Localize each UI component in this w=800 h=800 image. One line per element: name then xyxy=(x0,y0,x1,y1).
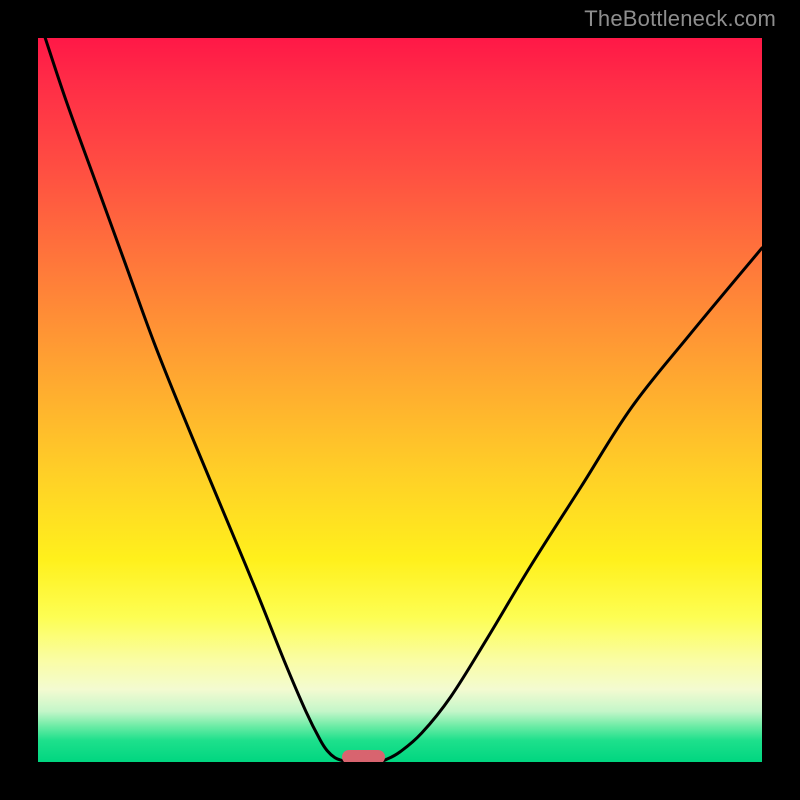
watermark-text: TheBottleneck.com xyxy=(584,6,776,32)
optimal-marker xyxy=(342,750,385,762)
right-curve xyxy=(378,248,762,762)
chart-frame: TheBottleneck.com xyxy=(0,0,800,800)
left-curve xyxy=(45,38,349,762)
plot-area xyxy=(38,38,762,762)
curve-layer xyxy=(38,38,762,762)
